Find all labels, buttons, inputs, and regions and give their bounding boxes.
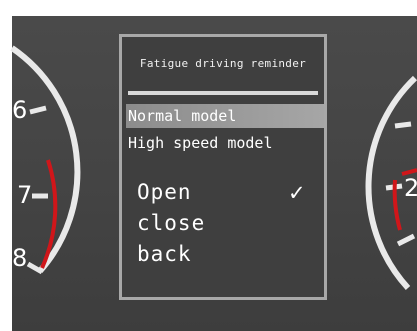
menu-title: Fatigue driving reminder [139,57,307,70]
right-gauge: 2 [365,75,417,291]
fatigue-reminder-menu: Fatigue driving reminder Normal model Hi… [119,34,327,300]
left-gauge: 6 7 8 [10,45,81,275]
option-back[interactable]: back [137,241,192,267]
option-close[interactable]: close [137,210,205,236]
left-tick-7: 7 [17,181,32,209]
mode-high-speed[interactable]: High speed model [126,131,324,155]
right-tick-2: 2 [404,174,417,202]
check-mark-icon: ✓ [288,181,306,205]
mode-normal[interactable]: Normal model [126,104,324,128]
mode-normal-label: Normal model [128,107,237,125]
option-open[interactable]: Open [137,179,192,205]
mode-high-speed-label: High speed model [128,134,273,152]
left-tick-8: 8 [12,244,27,272]
title-divider [128,91,318,95]
left-tick-6: 6 [12,96,27,124]
